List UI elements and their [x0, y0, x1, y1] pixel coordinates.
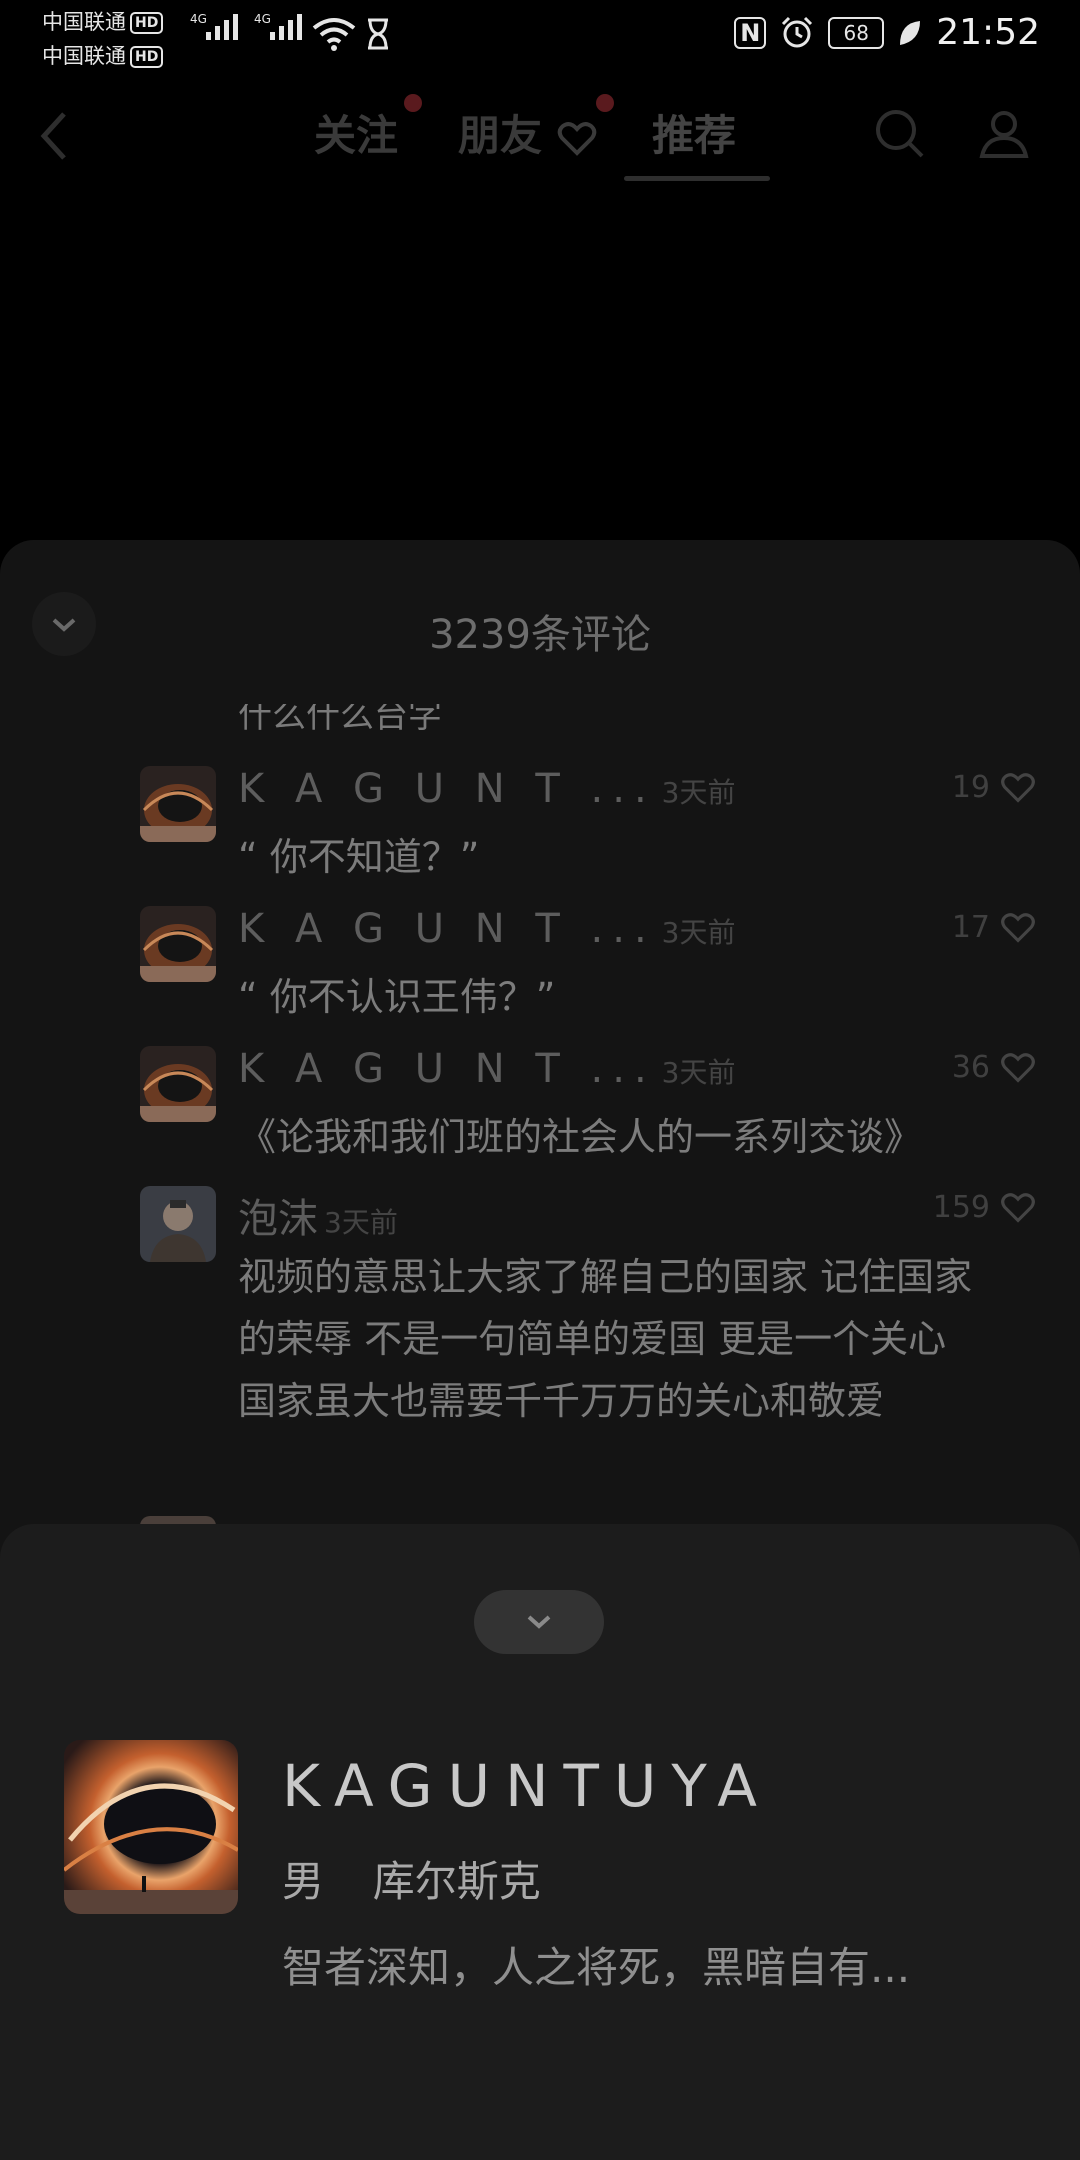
profile-avatar[interactable]	[64, 1740, 238, 1914]
notification-dot	[596, 94, 614, 112]
user-profile-icon[interactable]	[978, 108, 1030, 160]
nfc-icon: N	[734, 16, 767, 49]
alarm-icon	[782, 16, 813, 47]
comment-author[interactable]: 泡沫 3天前	[238, 1186, 398, 1244]
profile-sheet: KAGUNTUYA 男 库尔斯克 智者深知，人之将死，黑暗自有...	[0, 1524, 1080, 2160]
search-icon[interactable]	[874, 108, 926, 160]
heart-icon	[1001, 772, 1035, 803]
hourglass-icon	[368, 18, 388, 50]
partial-comment-text: 什么什么台字	[238, 704, 442, 732]
wifi-icon	[312, 18, 356, 51]
profile-location: 库尔斯克	[372, 1857, 541, 1906]
heart-icon	[1001, 1192, 1035, 1223]
signal-icon: 4G	[190, 12, 238, 40]
profile-gender: 男	[282, 1857, 325, 1906]
carrier-label-2: 中国联通 HD	[42, 40, 164, 70]
profile-meta: 男 库尔斯克	[282, 1848, 541, 1909]
like-button[interactable]: 36	[952, 1050, 1036, 1085]
avatar[interactable]	[140, 906, 216, 982]
comment-text: 《论我和我们班的社会人的一系列交谈》	[238, 1115, 923, 1159]
profile-bio: 智者深知，人之将死，黑暗自有...	[282, 1943, 911, 1992]
collapse-profile-button[interactable]	[474, 1590, 604, 1654]
avatar[interactable]	[140, 1186, 216, 1262]
like-button[interactable]: 159	[933, 1190, 1036, 1225]
avatar[interactable]	[140, 766, 216, 842]
comment-author[interactable]: K A G U N T ... 3天前	[238, 766, 735, 812]
battery-indicator: 68	[828, 16, 885, 49]
comment-author[interactable]: K A G U N T ... 3天前	[238, 1046, 735, 1092]
leaf-icon	[900, 20, 921, 45]
like-button[interactable]: 19	[952, 770, 1036, 805]
comment-text: “ 你不知道？”	[238, 835, 480, 879]
active-tab-indicator	[624, 176, 770, 181]
like-button[interactable]: 17	[952, 910, 1036, 945]
back-arrow-icon[interactable]	[36, 106, 76, 166]
carrier-label-1: 中国联通 HD	[42, 6, 164, 36]
heart-icon	[1001, 912, 1035, 943]
avatar[interactable]	[140, 1046, 216, 1122]
top-navigation: 关注 朋友 推荐	[0, 90, 1080, 200]
chevron-down-icon	[527, 1615, 551, 1629]
tab-friends[interactable]: 朋友	[458, 102, 597, 163]
notification-dot	[404, 94, 422, 112]
signal-icon-2: 4G	[254, 12, 302, 40]
status-bar: 中国联通 HD 中国联通 HD 4G 4G N 68 21:52	[0, 0, 1080, 72]
comments-title: 3239条评论	[429, 612, 651, 658]
heart-icon	[557, 121, 596, 156]
comment-text: 视频的意思让大家了解自己的国家 记住国家的荣辱 不是一句简单的爱国 更是一个关心…	[238, 1255, 973, 1423]
profile-name: KAGUNTUYA	[282, 1752, 772, 1820]
tab-recommend[interactable]: 推荐	[652, 102, 736, 163]
clock: 21:52	[936, 12, 1040, 53]
comment-text: “ 你不认识王伟？”	[238, 975, 556, 1019]
comment-author[interactable]: K A G U N T ... 3天前	[238, 906, 735, 952]
tab-following[interactable]: 关注	[314, 102, 398, 163]
heart-icon	[1001, 1052, 1035, 1083]
